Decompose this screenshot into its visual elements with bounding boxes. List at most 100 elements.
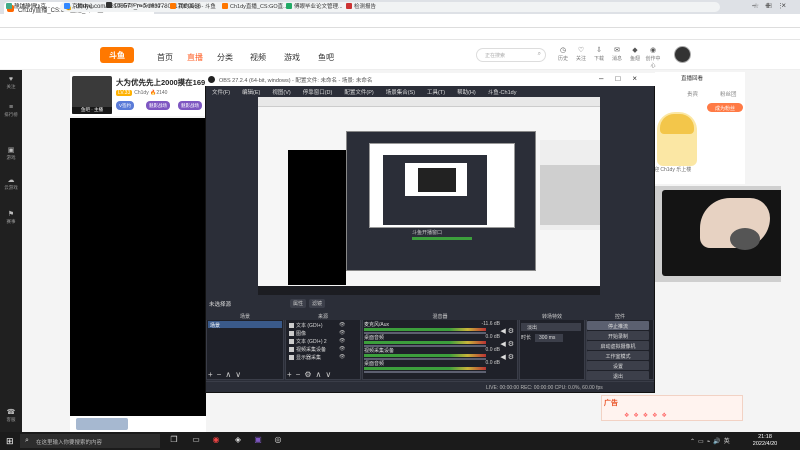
menu-file[interactable]: 文件(F): [212, 90, 230, 96]
fish-fin-icon[interactable]: ◆ 鱼翅: [626, 46, 644, 62]
menu-tools[interactable]: 工具(T): [427, 90, 445, 96]
menu-docks[interactable]: 停靠窗口(D): [303, 90, 333, 96]
scene-dock-buttons[interactable]: +−∧∨: [208, 370, 245, 379]
nav-home[interactable]: 首页: [157, 52, 173, 63]
obs-window-controls[interactable]: –□×: [599, 74, 649, 83]
search-icon: ⌕: [25, 437, 29, 444]
bookmark-item[interactable]: CS:GO Pro Setting...: [106, 2, 165, 9]
exit-button[interactable]: 退出: [587, 371, 649, 380]
bookmark-item[interactable]: 我的关注 - 斗鱼: [170, 2, 216, 10]
room-title: 大为优先先上2000摸在1694: [116, 78, 210, 87]
nav-live[interactable]: 直播: [187, 52, 203, 63]
task-view-icon[interactable]: ❐: [168, 435, 180, 447]
filters-button[interactable]: 滤镜: [309, 299, 326, 308]
source-item[interactable]: 视频采集设备 👁: [287, 345, 357, 353]
sidebar-item-rank[interactable]: ≡ 排行榜: [0, 104, 22, 118]
download-icon[interactable]: ⇩ 下载: [590, 46, 608, 62]
mixer-channel[interactable]: 桌面音频 0.0 dB: [364, 360, 516, 378]
menu-help[interactable]: 帮助(H): [457, 90, 476, 96]
bookmark-item[interactable]: 傅眼毕业论文管理...: [286, 2, 343, 10]
rank-badge: 魅影战场: [146, 101, 170, 110]
stop-streaming-button[interactable]: 停止推流: [587, 321, 649, 330]
sidebar-item-events[interactable]: ⚑ 赛事: [0, 210, 22, 225]
ad-title: 广告: [604, 400, 618, 407]
become-fan-button[interactable]: 成为粉丝: [707, 103, 743, 112]
preview-label: 斗鱼开播窗口: [412, 230, 443, 236]
app-icon[interactable]: ◈: [232, 435, 244, 447]
bookmark-item[interactable]: 检测报告: [346, 2, 376, 10]
gift-icons[interactable]: ❖❖❖❖❖: [624, 412, 671, 419]
menu-scene-collection[interactable]: 场景集合(S): [386, 90, 415, 96]
sidebar-item-follow[interactable]: ♥ 关注: [0, 76, 22, 90]
volume-slider[interactable]: [364, 371, 486, 373]
source-dock-buttons[interactable]: +−⚙∧∨: [287, 370, 335, 379]
source-item[interactable]: 显示器采集 👁: [287, 353, 357, 361]
app-icon[interactable]: ▣: [252, 435, 264, 447]
start-recording-button[interactable]: 开始录制: [587, 331, 649, 340]
sign-badge: V签约: [116, 101, 135, 110]
douyu-search-input[interactable]: 正在搜索 ⌕: [476, 48, 546, 62]
broadcast-icon[interactable]: ◉ 创作中心: [644, 46, 662, 69]
nav-yuba[interactable]: 鱼吧: [318, 52, 334, 63]
message-icon[interactable]: ✉ 消息: [608, 46, 626, 62]
nav-video[interactable]: 视频: [250, 52, 266, 63]
sidebar-item-games[interactable]: ▣ 游戏: [0, 146, 22, 161]
menu-profile[interactable]: 配置文件(P): [344, 90, 373, 96]
chrome-icon[interactable]: ◉: [210, 435, 222, 447]
studio-mode-button[interactable]: 工作室模式: [587, 351, 649, 360]
browser-action-icons[interactable]: ☆✚⋮: [753, 2, 790, 10]
source-item[interactable]: 图像 👁: [287, 329, 357, 337]
gift-banner[interactable]: [76, 418, 128, 430]
preview-meter: [412, 237, 472, 240]
obs-logo-icon: [208, 76, 215, 83]
obs-taskbar-icon[interactable]: ◎: [272, 435, 284, 447]
ad-banner[interactable]: [601, 395, 743, 421]
user-avatar[interactable]: [674, 46, 691, 63]
settings-button[interactable]: 设置: [587, 361, 649, 370]
menu-douyu[interactable]: 斗鱼-Ch1dy: [488, 90, 517, 96]
virtual-camera-button[interactable]: 启动虚拟摄像机: [587, 341, 649, 350]
windows-start-icon[interactable]: ⊞: [6, 436, 14, 447]
sources-dock-title: 来源: [285, 312, 361, 320]
right-tabs[interactable]: 直播回看: [655, 74, 703, 82]
bookmark-item[interactable]: Ch1dy直播_CS:GO直...: [222, 2, 288, 10]
rank-badge: 魅影战场: [178, 101, 202, 110]
obs-menu-bar: 文件(F) 编辑(E) 视图(V) 停靠窗口(D) 配置文件(P) 场景集合(S) 工具(T…: [206, 86, 654, 96]
menu-view[interactable]: 视图(V): [272, 90, 290, 96]
system-tray[interactable]: ⌃▭⌁🔊英: [690, 436, 733, 445]
bookmark-item[interactable]: 京腾中心: [64, 2, 94, 10]
follow-icon[interactable]: ♡ 关注: [572, 46, 590, 62]
preview-video: [288, 150, 346, 285]
sidebar-item-cloud-games[interactable]: ☁ 云游戏: [0, 176, 22, 191]
video-player[interactable]: [70, 118, 206, 416]
tab-vip[interactable]: 贵宾: [687, 90, 698, 98]
volume-meter: [364, 367, 486, 370]
nav-category[interactable]: 分类: [217, 52, 233, 63]
transition-duration[interactable]: 时长 300 ms: [521, 334, 564, 342]
sidebar-item-service[interactable]: ☎ 客服: [0, 408, 22, 423]
preview-taskbar: [258, 286, 600, 295]
transition-select[interactable]: 淡出: [521, 323, 581, 331]
nav-games[interactable]: 游戏: [284, 52, 300, 63]
clock[interactable]: 21:18 2022/4/20: [745, 434, 785, 448]
scene-item[interactable]: 场景: [208, 321, 282, 329]
search-icon[interactable]: ⌕: [538, 51, 541, 58]
left-sidebar: [0, 70, 22, 432]
source-item[interactable]: 文本 (GDI+) 2 👁: [287, 337, 357, 345]
preview-video-nested: [418, 168, 456, 192]
taskbar-search[interactable]: ⌕ 在这里输入你要搜索的内容: [20, 434, 160, 448]
properties-button[interactable]: 属性: [290, 299, 307, 308]
bookmark-item[interactable]: 静铺静情 | 京...: [6, 2, 51, 10]
source-item[interactable]: 文本 (GDI+) 👁: [287, 321, 357, 329]
menu-edit[interactable]: 编辑(E): [242, 90, 260, 96]
source-toolbar: 属性 滤镜: [290, 299, 328, 308]
obs-titlebar: OBS 27.2.4 (64-bit, windows) - 配置文件: 未命名…: [205, 73, 655, 86]
anchor-avatar[interactable]: 鱼吧 · 主播: [72, 76, 112, 114]
anchor-label: 鱼吧 · 主播: [72, 107, 112, 114]
douyu-logo[interactable]: 斗鱼: [100, 47, 134, 63]
volume-meter: [364, 328, 486, 331]
tab-fans[interactable]: 粉丝团: [720, 90, 737, 98]
volume-meter: [364, 341, 486, 344]
explorer-icon[interactable]: ▭: [190, 435, 202, 447]
history-icon[interactable]: ◷ 历史: [554, 46, 572, 62]
